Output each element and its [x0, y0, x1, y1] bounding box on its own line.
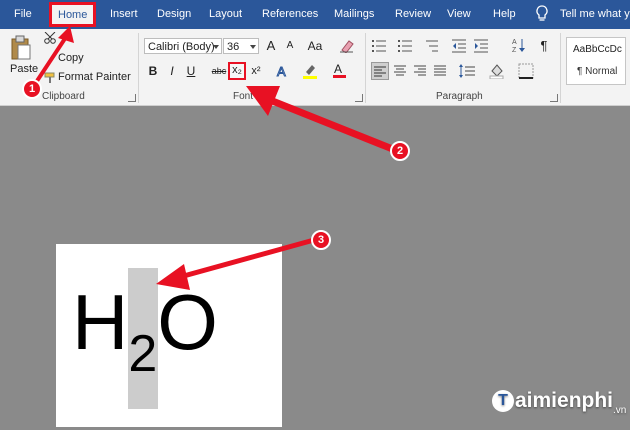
tab-mailings[interactable]: Mailings: [334, 0, 374, 29]
format-painter-button[interactable]: Format Painter: [58, 71, 131, 83]
ribbon-tab-bar: File Home Insert Design Layout Reference…: [0, 0, 630, 29]
svg-text:A: A: [334, 62, 342, 76]
callout-2: 2: [390, 141, 410, 161]
paragraph-group-label: Paragraph: [436, 91, 483, 102]
callout-1: 1: [22, 79, 42, 99]
tab-insert[interactable]: Insert: [110, 0, 138, 29]
clipboard-launcher-icon[interactable]: [128, 94, 136, 102]
font-size-value: 36: [227, 41, 240, 53]
increase-indent-icon[interactable]: [474, 39, 490, 58]
tab-design[interactable]: Design: [157, 0, 191, 29]
font-name-value: Calibri (Body): [148, 41, 215, 53]
tab-help[interactable]: Help: [493, 0, 516, 29]
group-divider: [560, 33, 561, 103]
paste-button[interactable]: Paste: [10, 63, 38, 75]
shrink-font-button[interactable]: A: [282, 37, 298, 55]
italic-button[interactable]: I: [164, 62, 180, 80]
h2o-example: H2O: [72, 282, 218, 383]
underline-button[interactable]: U: [183, 62, 199, 80]
tab-file[interactable]: File: [14, 0, 32, 29]
callout-3: 3: [311, 230, 331, 250]
watermark-t-icon: T: [492, 390, 514, 413]
svg-text:A: A: [277, 64, 286, 78]
justify-icon[interactable]: [432, 63, 448, 84]
svg-text:A: A: [512, 39, 517, 46]
watermark-logo: Taimienphi.vn: [492, 389, 627, 416]
tab-view[interactable]: View: [447, 0, 471, 29]
h2o-base-h: H: [72, 278, 129, 366]
shading-icon[interactable]: [489, 63, 505, 84]
font-group-label: Font: [233, 91, 254, 102]
sort-icon[interactable]: AZ: [512, 37, 526, 58]
style-normal[interactable]: AaBbCcDc ¶ Normal: [566, 37, 626, 85]
paragraph-launcher-icon[interactable]: [550, 94, 558, 102]
align-right-icon[interactable]: [412, 63, 428, 84]
group-divider: [138, 33, 139, 103]
text-effects-icon[interactable]: A: [276, 64, 292, 83]
tab-layout[interactable]: Layout: [209, 0, 242, 29]
show-formatting-button[interactable]: ¶: [536, 37, 552, 55]
tab-home[interactable]: Home: [49, 2, 97, 27]
format-painter-icon[interactable]: [44, 71, 56, 89]
change-case-button[interactable]: Aa: [305, 37, 325, 55]
font-size-combo[interactable]: 36: [223, 38, 259, 54]
style-preview: AaBbCcDc: [573, 44, 622, 55]
clipboard-group-label: Clipboard: [42, 91, 85, 102]
style-name: ¶ Normal: [577, 66, 618, 77]
paste-icon[interactable]: [10, 35, 32, 66]
svg-text:Z: Z: [512, 47, 517, 53]
h2o-base-o: O: [157, 278, 218, 366]
subscript-button[interactable]: x₂: [228, 62, 246, 80]
lightbulb-icon[interactable]: [536, 5, 548, 28]
line-spacing-icon[interactable]: [458, 63, 476, 84]
watermark-brand: aimienphi: [515, 389, 614, 412]
font-name-combo[interactable]: Calibri (Body): [144, 38, 222, 54]
borders-icon[interactable]: [518, 63, 534, 84]
scissors-icon[interactable]: [44, 31, 58, 49]
highlight-color-icon[interactable]: [302, 63, 320, 84]
tell-me-search[interactable]: Tell me what yo: [560, 0, 630, 29]
numbering-icon[interactable]: [398, 39, 418, 58]
copy-button[interactable]: Copy: [58, 52, 84, 64]
h2o-subscript-2: 2: [128, 325, 158, 383]
bullets-icon[interactable]: [372, 39, 392, 58]
align-center-icon[interactable]: [392, 63, 408, 84]
strikethrough-button[interactable]: abc: [210, 62, 228, 80]
multilevel-list-icon[interactable]: [424, 39, 444, 58]
superscript-button[interactable]: x²: [248, 62, 264, 80]
font-color-icon[interactable]: A: [332, 62, 348, 84]
clear-formatting-icon[interactable]: [339, 39, 355, 58]
bold-button[interactable]: B: [145, 62, 161, 80]
font-launcher-icon[interactable]: [355, 94, 363, 102]
align-left-icon[interactable]: [371, 62, 389, 80]
grow-font-button[interactable]: A: [263, 37, 279, 55]
watermark-tld: .vn: [613, 405, 627, 416]
group-divider: [365, 33, 366, 103]
decrease-indent-icon[interactable]: [452, 39, 468, 58]
tab-references[interactable]: References: [262, 0, 318, 29]
tab-review[interactable]: Review: [395, 0, 431, 29]
